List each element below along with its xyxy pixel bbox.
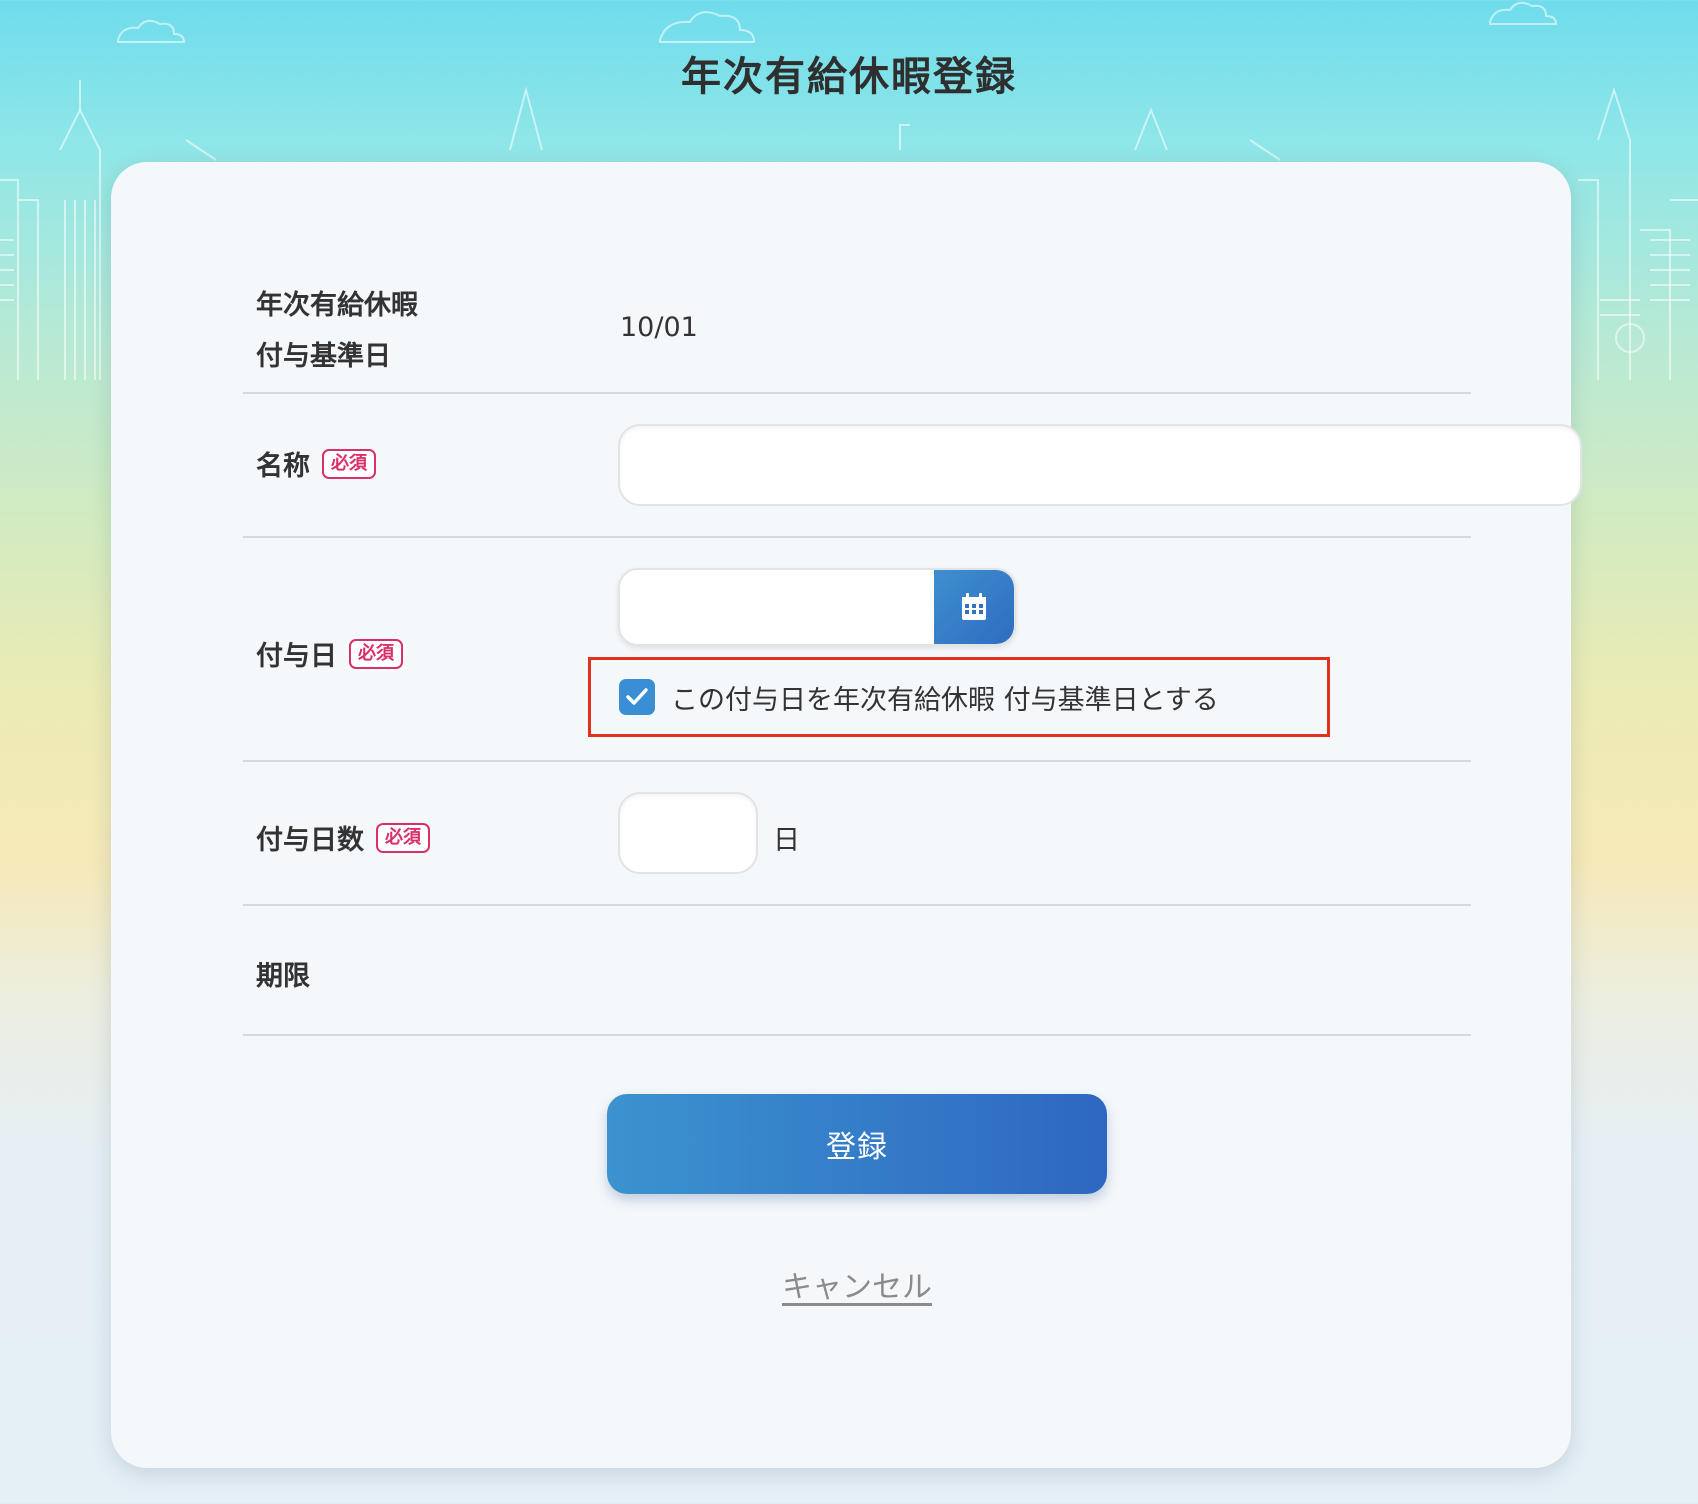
base-date-label: 年次有給休暇 付与基準日 — [256, 280, 418, 382]
base-date-row: 年次有給休暇 付与基準日 10/01 — [243, 274, 1471, 394]
calendar-button[interactable] — [934, 570, 1014, 644]
set-as-base-date-label[interactable]: この付与日を年次有給休暇 付与基準日とする — [671, 678, 1219, 717]
set-as-base-date-checkbox[interactable] — [619, 679, 655, 715]
grant-date-label-group: 付与日 必須 — [256, 634, 403, 673]
required-badge: 必須 — [349, 638, 403, 669]
base-date-label-line1: 年次有給休暇 — [256, 290, 418, 321]
grant-days-input[interactable] — [618, 792, 758, 874]
calendar-icon — [962, 593, 986, 620]
required-badge: 必須 — [322, 448, 376, 479]
register-button[interactable]: 登録 — [607, 1094, 1107, 1194]
name-label-group: 名称 必須 — [256, 444, 376, 483]
base-date-value: 10/01 — [620, 312, 698, 343]
base-date-label-line2: 付与基準日 — [256, 341, 391, 372]
grant-date-field — [618, 568, 1016, 646]
base-date-checkbox-highlight: この付与日を年次有給休暇 付与基準日とする — [588, 657, 1330, 737]
expiry-label: 期限 — [256, 961, 310, 992]
name-row: 名称 必須 — [243, 394, 1582, 538]
grant-date-row: 付与日 必須 この付与日を年次有給休暇 付与基準日とする — [243, 538, 1471, 762]
grant-days-label: 付与日数 — [256, 825, 364, 856]
grant-date-input[interactable] — [620, 570, 938, 644]
cancel-link[interactable]: キャンセル — [0, 1262, 1698, 1306]
name-label: 名称 — [256, 451, 310, 482]
required-badge: 必須 — [376, 822, 430, 853]
expiry-row: 期限 — [243, 906, 1471, 1036]
grant-date-label: 付与日 — [256, 641, 337, 672]
grant-days-row: 付与日数 必須 日 — [243, 762, 1471, 906]
checkmark-icon — [626, 688, 648, 705]
name-input[interactable] — [618, 424, 1582, 506]
page-title: 年次有給休暇登録 — [681, 54, 1017, 100]
grant-days-label-group: 付与日数 必須 — [256, 818, 430, 857]
days-unit-label: 日 — [773, 825, 800, 856]
